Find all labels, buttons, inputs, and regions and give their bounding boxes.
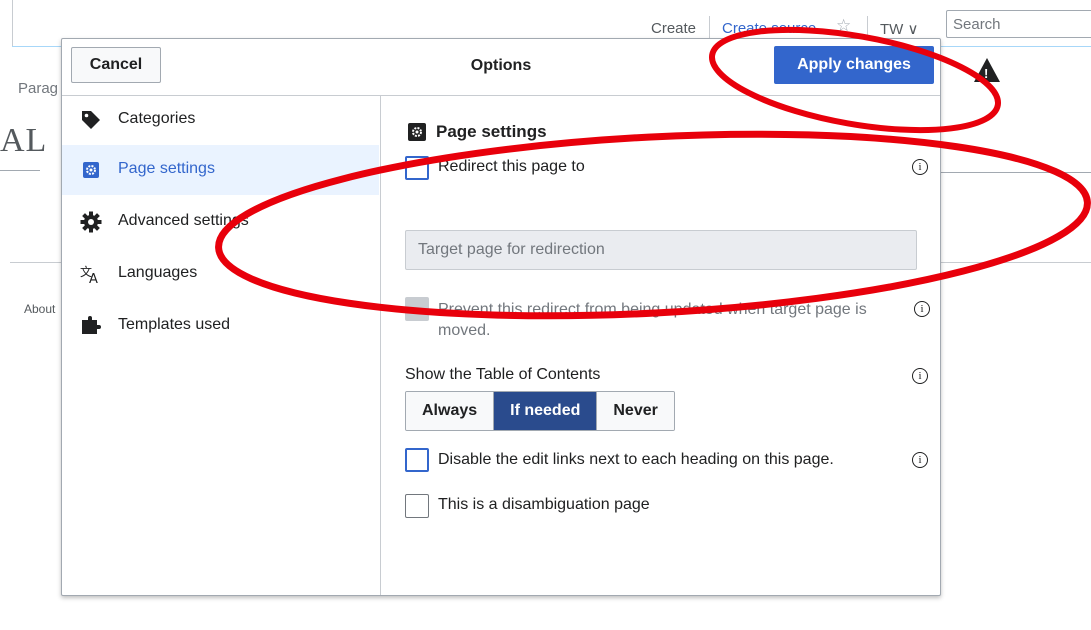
options-dialog: Cancel Options Apply changes Categories … — [61, 38, 941, 596]
heading-underline — [0, 170, 40, 171]
settings-page-icon — [408, 123, 426, 141]
toc-option-never[interactable]: Never — [597, 392, 674, 430]
language-icon: 文 A — [80, 264, 98, 285]
sidebar-item-templates-used[interactable]: Templates used — [62, 301, 379, 351]
svg-text:A: A — [89, 272, 98, 285]
footer-about-link[interactable]: About — [24, 302, 55, 316]
paragraph-format-menu[interactable]: Parag — [18, 80, 58, 97]
redirect-info-icon[interactable]: i — [912, 159, 928, 175]
tab-create-source[interactable]: Create source — [722, 20, 816, 37]
toc-info-icon[interactable]: i — [912, 368, 928, 384]
panel-title: Page settings — [436, 122, 547, 141]
disable-edit-links-checkbox[interactable] — [405, 448, 429, 472]
apply-changes-button[interactable]: Apply changes — [774, 46, 934, 84]
sidebar-item-label: Languages — [118, 264, 198, 281]
prevent-redirect-update-checkbox[interactable] — [405, 297, 429, 321]
top-bar-edge — [12, 0, 13, 46]
dialog-header: Cancel Options Apply changes — [62, 39, 940, 96]
search-input[interactable]: Search — [946, 10, 1091, 38]
tab-create[interactable]: Create — [651, 20, 696, 37]
tab-separator — [867, 16, 868, 40]
puzzle-icon — [82, 316, 101, 334]
prevent-redirect-info-icon[interactable]: i — [914, 301, 930, 317]
heading-underline — [940, 172, 1091, 173]
sidebar-item-languages[interactable]: 文 A Languages — [62, 249, 379, 299]
toc-option-always[interactable]: Always — [406, 392, 495, 430]
sidebar-item-label: Categories — [118, 110, 196, 127]
watch-star-icon[interactable]: ☆ — [836, 16, 851, 36]
redirect-label: Redirect this page to — [438, 158, 585, 175]
tag-icon — [82, 111, 100, 129]
redirect-target-input[interactable] — [405, 230, 917, 270]
disable-edit-links-info-icon[interactable]: i — [912, 452, 928, 468]
toc-option-if-needed[interactable]: If needed — [494, 392, 598, 430]
settings-page-icon — [83, 162, 99, 178]
sidebar-item-advanced-settings[interactable]: Advanced settings — [62, 197, 379, 247]
tw-menu[interactable]: TW ∨ — [880, 20, 918, 38]
warning-icon-mark: ! — [984, 66, 989, 81]
options-sidebar: Categories Page settings Advanced settin… — [62, 95, 381, 595]
disambiguation-checkbox[interactable] — [405, 494, 429, 518]
sidebar-item-page-settings[interactable]: Page settings — [62, 145, 379, 195]
gear-icon — [80, 211, 102, 233]
disable-edit-links-label: Disable the edit links next to each head… — [438, 451, 834, 468]
redirect-checkbox[interactable] — [405, 156, 429, 180]
page-settings-panel: Page settings Redirect this page to i Pr… — [380, 95, 940, 595]
toc-segmented-control: Always If needed Never — [405, 391, 675, 431]
tab-separator — [709, 16, 710, 40]
toc-label: Show the Table of Contents — [405, 366, 601, 383]
page-heading: AL — [0, 122, 48, 159]
sidebar-item-label: Templates used — [118, 316, 231, 333]
sidebar-item-label: Advanced settings — [118, 212, 249, 229]
prevent-redirect-update-label: Prevent this redirect from being updated… — [438, 301, 867, 339]
disambiguation-label: This is a disambiguation page — [438, 496, 650, 513]
sidebar-item-categories[interactable]: Categories — [62, 95, 379, 145]
sidebar-item-label: Page settings — [118, 160, 215, 177]
